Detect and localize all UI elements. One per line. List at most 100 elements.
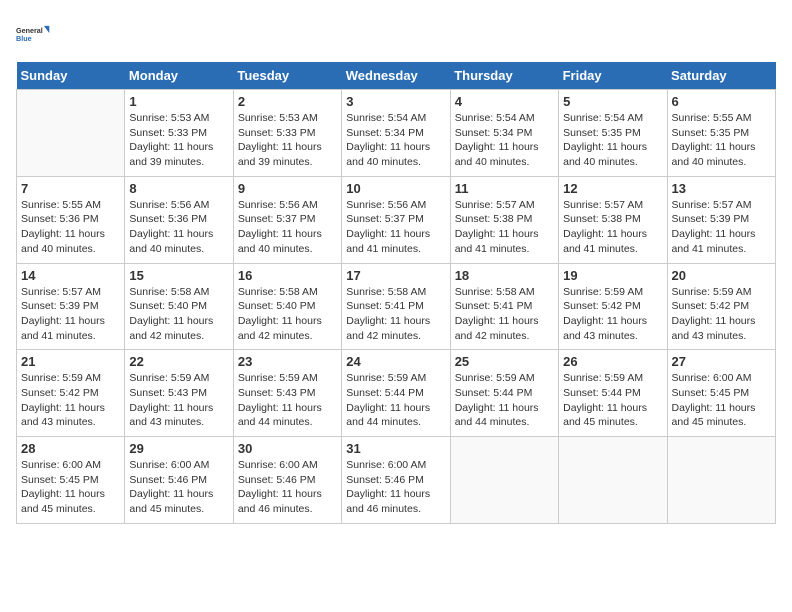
calendar-cell: 16Sunrise: 5:58 AM Sunset: 5:40 PM Dayli… [233,263,341,350]
logo: GeneralBlue [16,16,52,52]
calendar-week-1: 1 Sunrise: 5:53 AM Sunset: 5:33 PM Daylig… [17,90,776,177]
day-number: 30 [238,441,337,456]
calendar-cell: 2Sunrise: 5:53 AM Sunset: 5:33 PM Daylig… [233,90,341,177]
day-number: 4 [455,94,554,109]
day-info: Sunrise: 5:54 AM Sunset: 5:35 PM Dayligh… [563,111,662,170]
day-info: Sunrise: 5:59 AM Sunset: 5:43 PM Dayligh… [129,371,228,430]
day-info: Sunrise: 5:58 AM Sunset: 5:41 PM Dayligh… [346,285,445,344]
day-number: 18 [455,268,554,283]
day-info: Sunrise: 5:54 AM Sunset: 5:34 PM Dayligh… [346,111,445,170]
calendar-cell: 21Sunrise: 5:59 AM Sunset: 5:42 PM Dayli… [17,350,125,437]
calendar-cell: 30 Sunrise: 6:00 AM Sunset: 5:46 PM Dayli… [233,437,341,524]
day-number: 19 [563,268,662,283]
day-number: 22 [129,354,228,369]
day-info: Sunrise: 5:57 AM Sunset: 5:39 PM Dayligh… [672,198,771,257]
calendar-cell: 8Sunrise: 5:56 AM Sunset: 5:36 PM Daylig… [125,176,233,263]
calendar-week-5: 28 Sunrise: 6:00 AM Sunset: 5:45 PM Dayli… [17,437,776,524]
day-info: Sunrise: 5:59 AM Sunset: 5:44 PM Dayligh… [563,371,662,430]
calendar-cell: 26 Sunrise: 5:59 AM Sunset: 5:44 PM Dayli… [559,350,667,437]
day-number: 5 [563,94,662,109]
calendar-header-row: SundayMondayTuesdayWednesdayThursdayFrid… [17,62,776,90]
calendar-week-3: 14 Sunrise: 5:57 AM Sunset: 5:39 PM Dayli… [17,263,776,350]
col-header-saturday: Saturday [667,62,775,90]
day-info: Sunrise: 6:00 AM Sunset: 5:46 PM Dayligh… [238,458,337,517]
day-info: Sunrise: 5:59 AM Sunset: 5:42 PM Dayligh… [563,285,662,344]
svg-text:General: General [16,26,43,35]
calendar-cell: 18 Sunrise: 5:58 AM Sunset: 5:41 PM Dayli… [450,263,558,350]
day-number: 8 [129,181,228,196]
day-number: 26 [563,354,662,369]
day-number: 14 [21,268,120,283]
day-number: 28 [21,441,120,456]
calendar-cell: 15 Sunrise: 5:58 AM Sunset: 5:40 PM Dayli… [125,263,233,350]
day-info: Sunrise: 6:00 AM Sunset: 5:45 PM Dayligh… [21,458,120,517]
calendar-cell: 5 Sunrise: 5:54 AM Sunset: 5:35 PM Daylig… [559,90,667,177]
day-info: Sunrise: 6:00 AM Sunset: 5:46 PM Dayligh… [129,458,228,517]
day-number: 15 [129,268,228,283]
day-info: Sunrise: 5:53 AM Sunset: 5:33 PM Dayligh… [129,111,228,170]
calendar-cell: 3 Sunrise: 5:54 AM Sunset: 5:34 PM Daylig… [342,90,450,177]
day-info: Sunrise: 5:55 AM Sunset: 5:36 PM Dayligh… [21,198,120,257]
day-number: 24 [346,354,445,369]
calendar-cell: 27Sunrise: 6:00 AM Sunset: 5:45 PM Dayli… [667,350,775,437]
day-number: 6 [672,94,771,109]
calendar-week-2: 7 Sunrise: 5:55 AM Sunset: 5:36 PM Daylig… [17,176,776,263]
day-info: Sunrise: 5:59 AM Sunset: 5:42 PM Dayligh… [672,285,771,344]
calendar-cell: 1 Sunrise: 5:53 AM Sunset: 5:33 PM Daylig… [125,90,233,177]
day-number: 7 [21,181,120,196]
day-info: Sunrise: 5:59 AM Sunset: 5:43 PM Dayligh… [238,371,337,430]
day-info: Sunrise: 5:53 AM Sunset: 5:33 PM Dayligh… [238,111,337,170]
day-info: Sunrise: 5:54 AM Sunset: 5:34 PM Dayligh… [455,111,554,170]
day-number: 10 [346,181,445,196]
day-number: 11 [455,181,554,196]
day-number: 9 [238,181,337,196]
col-header-thursday: Thursday [450,62,558,90]
day-info: Sunrise: 5:58 AM Sunset: 5:41 PM Dayligh… [455,285,554,344]
day-info: Sunrise: 5:58 AM Sunset: 5:40 PM Dayligh… [129,285,228,344]
calendar-cell: 17 Sunrise: 5:58 AM Sunset: 5:41 PM Dayli… [342,263,450,350]
calendar-cell: 4 Sunrise: 5:54 AM Sunset: 5:34 PM Daylig… [450,90,558,177]
calendar-cell: 31Sunrise: 6:00 AM Sunset: 5:46 PM Dayli… [342,437,450,524]
day-number: 13 [672,181,771,196]
header: GeneralBlue [16,16,776,52]
calendar-cell: 28 Sunrise: 6:00 AM Sunset: 5:45 PM Dayli… [17,437,125,524]
calendar-cell [450,437,558,524]
day-number: 29 [129,441,228,456]
calendar-cell: 6 Sunrise: 5:55 AM Sunset: 5:35 PM Daylig… [667,90,775,177]
calendar-cell: 7 Sunrise: 5:55 AM Sunset: 5:36 PM Daylig… [17,176,125,263]
calendar-cell: 14 Sunrise: 5:57 AM Sunset: 5:39 PM Dayli… [17,263,125,350]
calendar-cell: 10 Sunrise: 5:56 AM Sunset: 5:37 PM Dayli… [342,176,450,263]
day-number: 3 [346,94,445,109]
day-info: Sunrise: 5:57 AM Sunset: 5:38 PM Dayligh… [455,198,554,257]
calendar-table: SundayMondayTuesdayWednesdayThursdayFrid… [16,62,776,524]
calendar-cell: 23 Sunrise: 5:59 AM Sunset: 5:43 PM Dayli… [233,350,341,437]
day-number: 23 [238,354,337,369]
col-header-monday: Monday [125,62,233,90]
day-number: 27 [672,354,771,369]
day-number: 25 [455,354,554,369]
calendar-cell: 22 Sunrise: 5:59 AM Sunset: 5:43 PM Dayli… [125,350,233,437]
day-info: Sunrise: 5:57 AM Sunset: 5:38 PM Dayligh… [563,198,662,257]
calendar-cell: 11 Sunrise: 5:57 AM Sunset: 5:38 PM Dayli… [450,176,558,263]
day-info: Sunrise: 5:59 AM Sunset: 5:44 PM Dayligh… [455,371,554,430]
day-number: 12 [563,181,662,196]
calendar-cell: 29 Sunrise: 6:00 AM Sunset: 5:46 PM Dayli… [125,437,233,524]
calendar-cell: 19 Sunrise: 5:59 AM Sunset: 5:42 PM Dayli… [559,263,667,350]
calendar-week-4: 21Sunrise: 5:59 AM Sunset: 5:42 PM Dayli… [17,350,776,437]
day-number: 17 [346,268,445,283]
calendar-cell: 24 Sunrise: 5:59 AM Sunset: 5:44 PM Dayli… [342,350,450,437]
day-number: 1 [129,94,228,109]
col-header-friday: Friday [559,62,667,90]
day-info: Sunrise: 5:55 AM Sunset: 5:35 PM Dayligh… [672,111,771,170]
day-number: 16 [238,268,337,283]
day-info: Sunrise: 5:57 AM Sunset: 5:39 PM Dayligh… [21,285,120,344]
svg-text:Blue: Blue [16,34,32,43]
day-info: Sunrise: 5:59 AM Sunset: 5:44 PM Dayligh… [346,371,445,430]
calendar-cell: 25 Sunrise: 5:59 AM Sunset: 5:44 PM Dayli… [450,350,558,437]
calendar-cell: 13 Sunrise: 5:57 AM Sunset: 5:39 PM Dayli… [667,176,775,263]
day-info: Sunrise: 5:56 AM Sunset: 5:37 PM Dayligh… [346,198,445,257]
calendar-cell [667,437,775,524]
day-number: 21 [21,354,120,369]
day-info: Sunrise: 5:56 AM Sunset: 5:37 PM Dayligh… [238,198,337,257]
day-number: 20 [672,268,771,283]
